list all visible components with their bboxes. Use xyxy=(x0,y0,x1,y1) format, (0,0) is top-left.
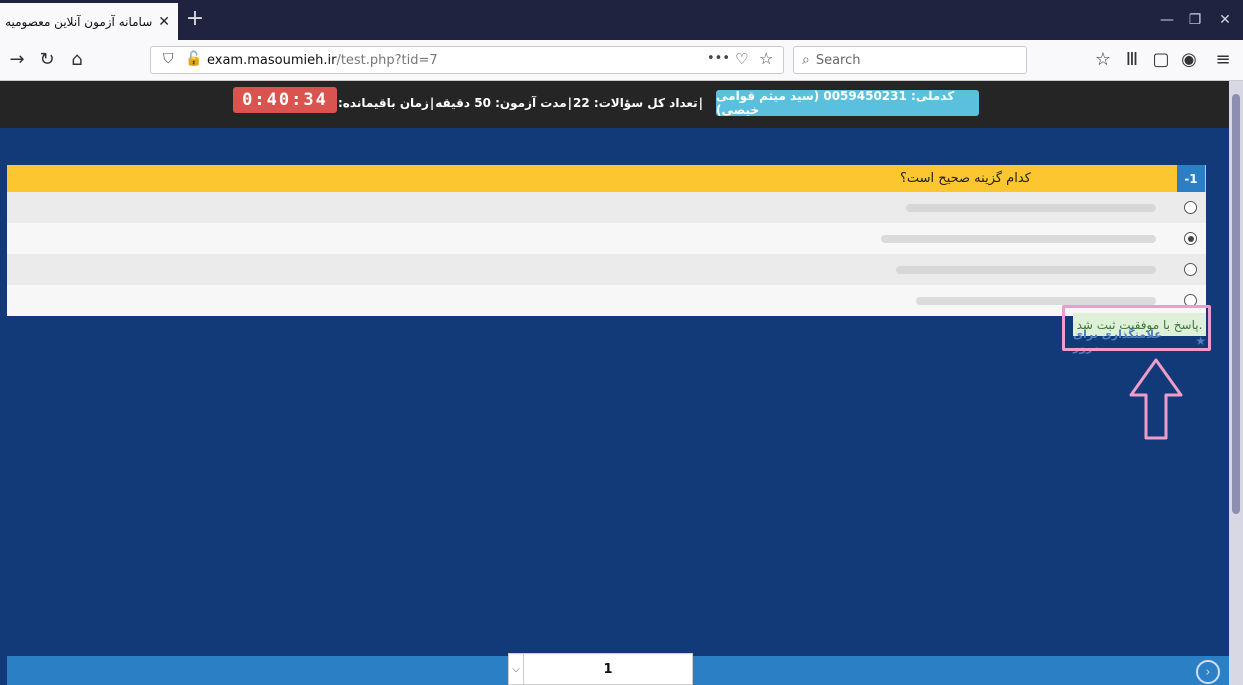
option-radio-2[interactable] xyxy=(1184,232,1197,245)
sidebar-icon[interactable]: ▢ xyxy=(1150,49,1172,71)
window-close-icon[interactable]: ✕ xyxy=(1210,8,1240,32)
url-host: exam.masoumieh.ir xyxy=(207,52,337,68)
search-input[interactable]: ⌕ Search xyxy=(793,46,1027,74)
insecure-lock-icon: 🔓 xyxy=(185,51,203,67)
new-tab-button[interactable]: + xyxy=(182,6,208,32)
shield-icon: ⛉ xyxy=(163,51,174,67)
option-row-1[interactable] xyxy=(7,192,1206,223)
url-text: exam.masoumieh.ir/test.php?tid=7 xyxy=(207,53,438,68)
forward-arrow-icon[interactable]: → xyxy=(6,49,28,71)
url-bar[interactable]: ⛉ 🔓 exam.masoumieh.ir/test.php?tid=7 •••… xyxy=(150,46,784,74)
search-placeholder: Search xyxy=(815,52,861,68)
question-text: کدام گزینه صحیح است؟ xyxy=(900,171,1031,186)
page-select-value: 1 xyxy=(603,661,613,677)
remaining-label: زمان باقیمانده: xyxy=(338,96,429,110)
option-row-2[interactable] xyxy=(7,223,1206,254)
option-text-redacted xyxy=(916,296,1156,305)
annotation-highlight-box xyxy=(1062,305,1211,351)
account-icon[interactable]: ◉ xyxy=(1178,49,1200,71)
total-questions: تعداد کل سؤالات: 22 xyxy=(573,96,698,110)
reload-icon[interactable]: ↻ xyxy=(36,49,58,71)
browser-tab[interactable]: سامانه آزمون آنلاین معصومیه ✕ xyxy=(0,3,178,40)
page-actions-icon[interactable]: ••• xyxy=(707,51,730,66)
option-row-3[interactable] xyxy=(7,254,1206,285)
option-radio-3[interactable] xyxy=(1184,263,1197,276)
chevron-right-icon: › xyxy=(1205,664,1211,680)
student-badge: کدملی: 0059450231 (سید میثم قوامی خیصی) xyxy=(716,89,979,117)
pocket-icon[interactable]: ♡ xyxy=(735,50,748,68)
option-row-4[interactable] xyxy=(7,285,1206,316)
restore-icon[interactable]: ❐ xyxy=(1180,8,1210,32)
option-text-redacted xyxy=(881,234,1156,243)
library-icon[interactable]: Ⅲ xyxy=(1121,49,1143,71)
tab-title: سامانه آزمون آنلاین معصومیه xyxy=(5,14,153,29)
home-icon[interactable]: ⌂ xyxy=(66,49,88,71)
header-separator: | xyxy=(567,96,573,110)
search-icon: ⌕ xyxy=(802,52,810,68)
annotation-up-arrow-icon xyxy=(1129,358,1183,440)
question-number: -1 xyxy=(1177,165,1205,192)
menu-icon[interactable]: ≡ xyxy=(1212,49,1234,71)
option-text-redacted xyxy=(906,203,1156,212)
tab-close-icon[interactable]: ✕ xyxy=(158,14,170,30)
scrollbar-thumb[interactable] xyxy=(1232,94,1240,514)
url-path: /test.php?tid=7 xyxy=(336,52,438,68)
option-radio-1[interactable] xyxy=(1184,201,1197,214)
header-separator: | xyxy=(429,96,435,110)
option-text-redacted xyxy=(896,265,1156,274)
reader-icon[interactable]: ☆ xyxy=(1092,49,1114,71)
header-separator: | xyxy=(698,96,703,110)
next-question-button[interactable]: › xyxy=(1196,660,1220,684)
chevron-down-icon[interactable]: ⌵ xyxy=(509,654,524,684)
page-select[interactable]: ⌵ 1 xyxy=(508,653,693,685)
countdown-timer: 0:40:34 xyxy=(233,87,337,113)
exam-info: | تعداد کل سؤالات: 22 | مدت آزمون: 50 دق… xyxy=(338,90,703,116)
minimize-icon[interactable]: — xyxy=(1152,8,1182,32)
bookmark-star-icon[interactable]: ☆ xyxy=(759,49,773,68)
exam-duration: مدت آزمون: 50 دقیقه xyxy=(435,96,567,110)
